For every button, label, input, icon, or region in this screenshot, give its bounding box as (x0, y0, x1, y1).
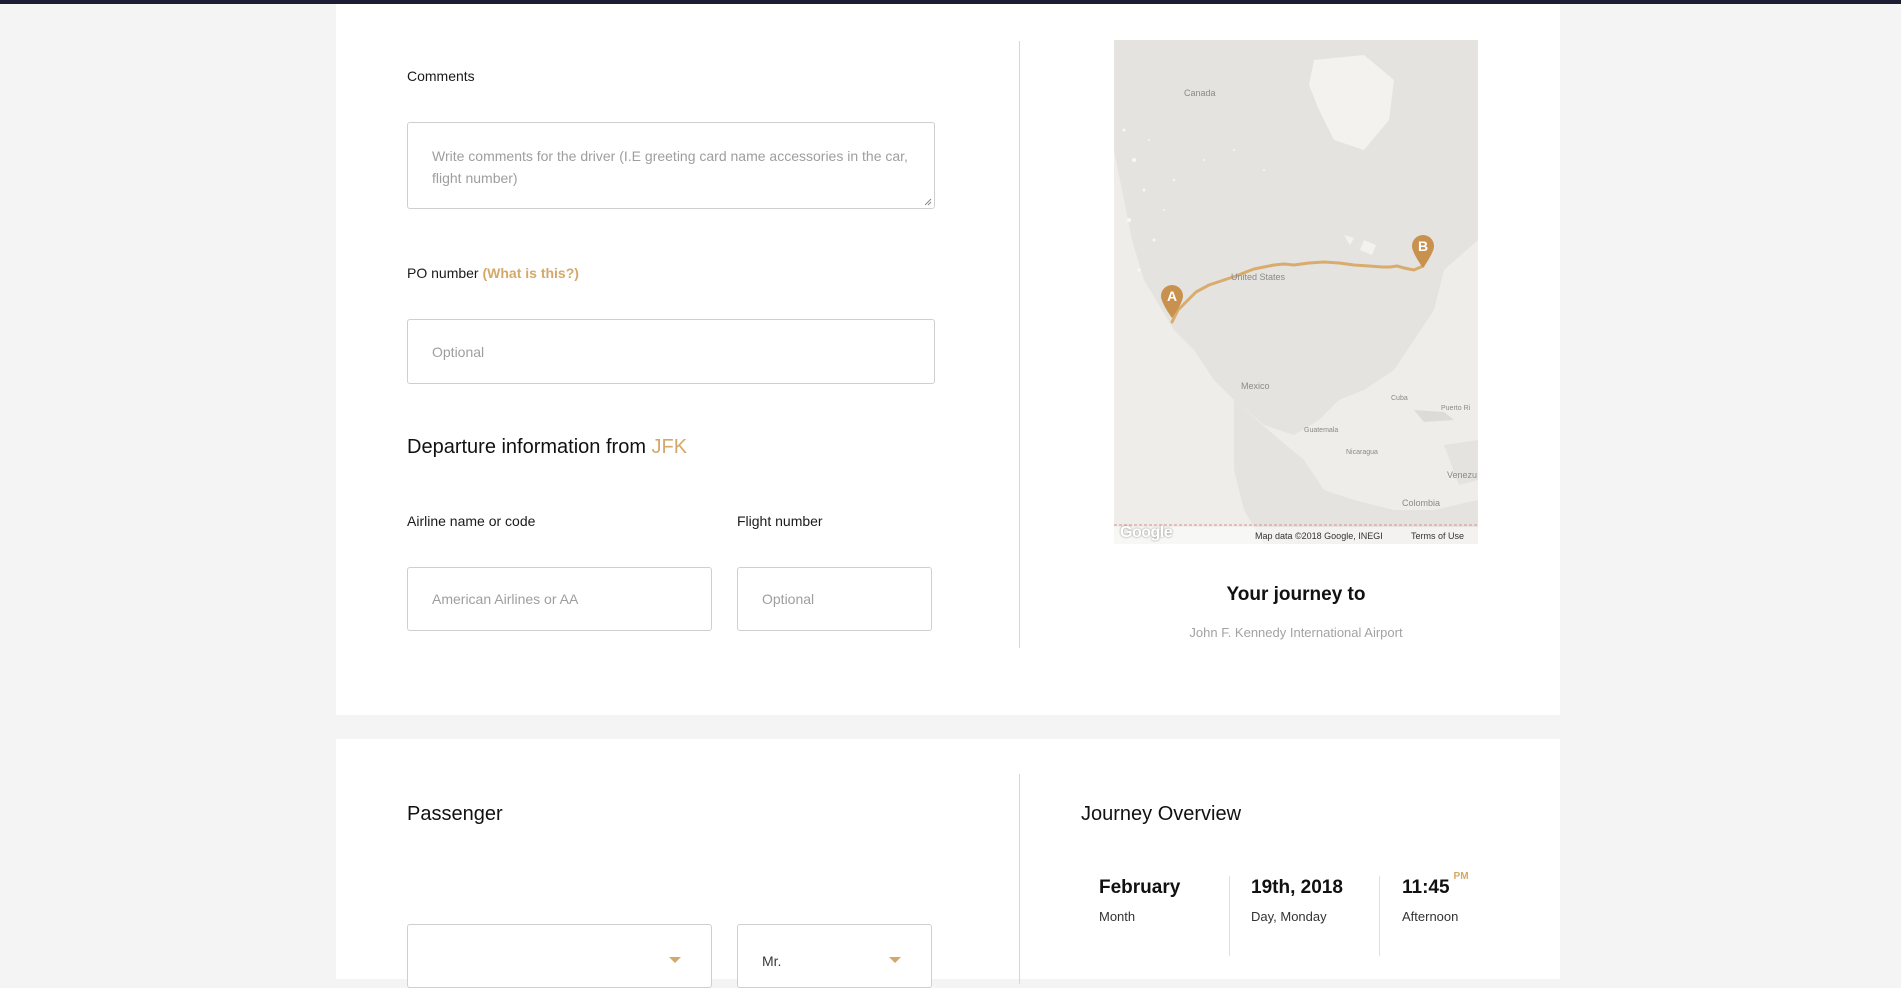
overview-separator (1229, 876, 1230, 956)
po-number-input[interactable]: Optional (407, 319, 935, 384)
overview-day-value: 19th, 2018 (1251, 877, 1343, 898)
overview-time-label: Afternoon (1402, 909, 1459, 924)
google-logo: Google (1120, 524, 1173, 541)
passenger-heading: Passenger (407, 803, 503, 825)
passenger-select[interactable] (407, 924, 712, 988)
map-terms-link[interactable]: Terms of Use (1411, 531, 1464, 541)
column-divider (1019, 774, 1020, 984)
po-number-label: PO number (What is this?) (407, 265, 579, 281)
flight-number-label: Flight number (737, 513, 823, 529)
airline-placeholder: American Airlines or AA (432, 591, 579, 607)
route-map[interactable]: Canada United States Mexico Cuba Puerto … (1114, 40, 1478, 544)
chevron-down-icon (889, 957, 901, 963)
po-help-link[interactable]: (What is this?) (482, 265, 578, 281)
map-label-venezuela: Venezu (1447, 470, 1478, 480)
departure-heading-text: Departure information from (407, 436, 646, 458)
journey-destination: John F. Kennedy International Airport (1189, 625, 1403, 640)
destination-marker-icon[interactable]: B (1410, 233, 1436, 269)
title-select-value: Mr. (762, 953, 782, 969)
airline-input[interactable]: American Airlines or AA (407, 567, 712, 631)
comments-label: Comments (407, 68, 475, 84)
map-label-puerto-rico: Puerto Ri (1441, 405, 1471, 412)
overview-day: 19th, 2018 Day, Monday (1251, 877, 1343, 924)
passenger-card: Passenger Mr. Journey Overview February … (336, 739, 1560, 988)
map-label-colombia: Colombia (1402, 498, 1441, 508)
departure-heading: Departure information from JFK (407, 436, 687, 459)
overview-month: February Month (1099, 877, 1180, 924)
journey-overview-heading: Journey Overview (1081, 803, 1242, 825)
flight-number-input[interactable]: Optional (737, 567, 932, 631)
map-label-cuba: Cuba (1391, 395, 1408, 402)
column-divider (1019, 41, 1020, 648)
origin-marker-letter: A (1167, 288, 1177, 304)
overview-time-main: 11:45PM (1402, 871, 1469, 899)
trip-details-card: Comments Write comments for the driver (… (336, 4, 1560, 715)
po-number-placeholder: Optional (432, 343, 485, 360)
overview-time-suffix: PM (1453, 871, 1469, 882)
departure-airport-code: JFK (651, 436, 688, 458)
overview-month-value: February (1099, 877, 1181, 898)
overview-day-label: Day, Monday (1251, 909, 1327, 924)
overview-separator (1379, 876, 1380, 956)
chevron-down-icon (669, 957, 681, 963)
po-number-label-text: PO number (407, 265, 479, 281)
map-attribution: Map data ©2018 Google, INEGI (1255, 531, 1383, 541)
map-label-united-states: United States (1231, 272, 1286, 282)
destination-marker-letter: B (1418, 238, 1428, 254)
map-label-mexico: Mexico (1241, 381, 1270, 391)
journey-title: Your journey to (1226, 584, 1366, 605)
overview-time-value: 11:45 (1402, 877, 1450, 898)
comments-textarea[interactable]: Write comments for the driver (I.E greet… (407, 122, 935, 209)
comments-placeholder: Write comments for the driver (I.E greet… (432, 148, 908, 186)
resize-grip-icon[interactable] (924, 198, 932, 206)
map-label-nicaragua: Nicaragua (1346, 449, 1378, 456)
map-label-guatemala: Guatemala (1304, 427, 1339, 434)
overview-time: 11:45PM Afternoon (1402, 871, 1469, 924)
overview-month-label: Month (1099, 909, 1136, 924)
map-label-canada: Canada (1184, 88, 1216, 98)
airline-label: Airline name or code (407, 513, 536, 529)
origin-marker-icon[interactable]: A (1159, 283, 1185, 319)
flight-number-placeholder: Optional (762, 591, 815, 607)
title-select[interactable]: Mr. (737, 924, 932, 988)
